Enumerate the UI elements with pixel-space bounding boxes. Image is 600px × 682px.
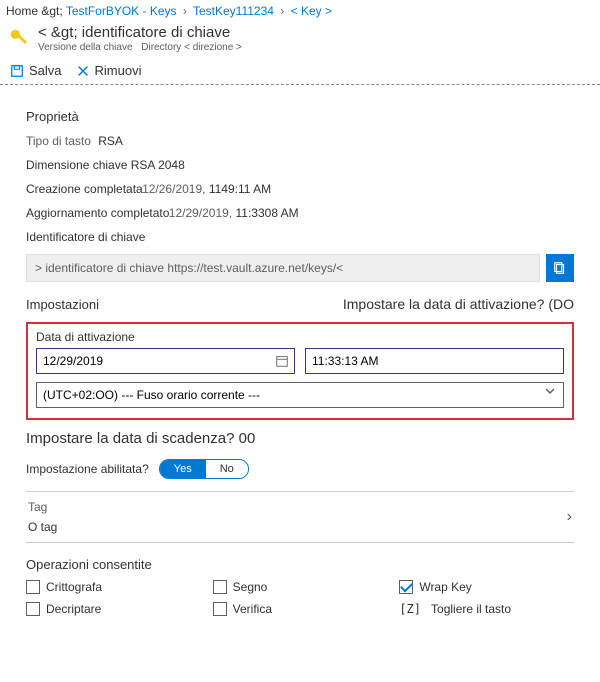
breadcrumb-seg1[interactable]: TestForBYOK - Keys (66, 4, 177, 18)
checkbox-icon (26, 580, 40, 594)
op-sign[interactable]: Segno (213, 580, 388, 594)
copy-button[interactable] (546, 254, 574, 282)
breadcrumb-sep: › (277, 4, 287, 18)
tag-row[interactable]: Tag O tag › (26, 491, 574, 543)
remove-label: Rimuovi (95, 63, 142, 78)
activation-date-label: Data di attivazione (36, 330, 564, 344)
op-encrypt[interactable]: Crittografa (26, 580, 201, 594)
prop-key-type: Tipo di tasto RSA (26, 134, 574, 148)
checkbox-icon (213, 602, 227, 616)
identifier-value: > identificatore di chiave https://test.… (26, 254, 540, 282)
op-sign-label: Segno (233, 580, 268, 594)
enabled-yes[interactable]: Yes (160, 460, 206, 478)
op-encrypt-label: Crittografa (46, 580, 102, 594)
page-title: < &gt; identificatore di chiave (38, 24, 242, 41)
op-unwrap[interactable]: [Z] Togliere il tasto (399, 602, 574, 616)
activation-date-input[interactable] (36, 348, 295, 374)
op-decrypt[interactable]: Decriptare (26, 602, 201, 616)
prop-updated-time: 11:3308 AM (236, 206, 299, 220)
checkbox-checked-icon (399, 580, 413, 594)
title-bar: < &gt; identificatore di chiave Versione… (0, 20, 600, 59)
close-icon (76, 64, 90, 78)
enabled-no[interactable]: No (206, 460, 248, 478)
prop-updated-label: Aggiornamento completato (26, 206, 169, 220)
checkbox-icon (213, 580, 227, 594)
enabled-toggle[interactable]: Yes No (159, 459, 249, 479)
operations-heading: Operazioni consentite (26, 557, 574, 572)
activation-question: Impostare la data di attivazione? (DO (343, 296, 574, 312)
op-verify[interactable]: Verifica (213, 602, 388, 616)
tag-value: O tag (28, 520, 57, 534)
activation-time-input[interactable] (305, 348, 564, 374)
save-label: Salva (29, 63, 62, 78)
prop-key-type-label: Tipo di tasto (26, 134, 91, 148)
breadcrumb-sep: › (180, 4, 190, 18)
settings-heading: Impostazioni (26, 297, 99, 312)
op-decrypt-label: Decriptare (46, 602, 101, 616)
expiry-question: Impostare la data di scadenza? 00 (26, 430, 574, 447)
prop-created-date: 12/26/2019, (142, 182, 205, 196)
prop-created-label: Creazione completata (26, 182, 143, 196)
op-unwrap-prefix: [Z] (399, 602, 421, 616)
save-button[interactable]: Salva (10, 63, 62, 78)
subtitle-version: Versione della chiave (38, 42, 133, 53)
checkbox-icon (26, 602, 40, 616)
op-wrap-label: Wrap Key (419, 580, 471, 594)
prop-key-type-value: RSA (98, 134, 123, 148)
activation-highlight: Data di attivazione (26, 322, 574, 420)
timezone-select[interactable] (36, 382, 564, 408)
prop-created-time: 1149:11 AM (209, 182, 271, 196)
prop-updated-date: 12/29/2019, (169, 206, 232, 220)
prop-updated: Aggiornamento completato 12/29/2019, 11:… (26, 206, 574, 220)
copy-icon (553, 261, 567, 275)
tag-label: Tag (28, 500, 57, 514)
op-unwrap-label: Togliere il tasto (431, 602, 511, 616)
op-verify-label: Verifica (233, 602, 272, 616)
remove-button[interactable]: Rimuovi (76, 63, 142, 78)
prop-key-size: Dimensione chiave RSA 2048 (26, 158, 574, 172)
toolbar: Salva Rimuovi (0, 59, 600, 85)
enabled-label: Impostazione abilitata? (26, 462, 149, 476)
page-subtitle: Versione della chiave Directory < direzi… (38, 42, 242, 53)
breadcrumb-seg3[interactable]: < Key > (291, 4, 332, 18)
content: Proprietà Tipo di tasto RSA Dimensione c… (0, 85, 600, 636)
properties-heading: Proprietà (26, 109, 574, 124)
prop-identifier-label: Identificatore di chiave (26, 230, 574, 244)
save-icon (10, 64, 24, 78)
chevron-right-icon: › (567, 508, 572, 526)
op-wrap[interactable]: Wrap Key (399, 580, 574, 594)
breadcrumb-seg2[interactable]: TestKey111234 (193, 4, 274, 18)
key-icon (8, 24, 30, 52)
subtitle-directory: Directory < direzione > (141, 42, 242, 53)
prop-created: Creazione completata 12/26/2019, 1149:11… (26, 182, 574, 196)
breadcrumb-home: Home &gt; (6, 4, 63, 18)
breadcrumb: Home &gt; TestForBYOK - Keys › TestKey11… (0, 0, 600, 20)
